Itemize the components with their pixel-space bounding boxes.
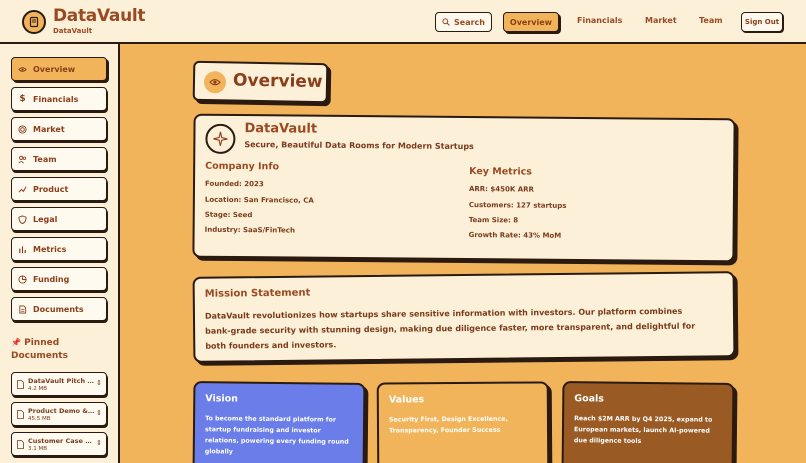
- brand-subtitle: DataVault: [53, 27, 93, 35]
- company-info-title: Company Info: [205, 160, 280, 173]
- document-icon: [17, 440, 24, 449]
- company-info-industry: Industry: SaaS/FinTech: [204, 225, 295, 235]
- page-title: Overview: [232, 70, 323, 93]
- eye-icon: [203, 71, 227, 94]
- pinned-documents-heading: 📌 Pinned Documents: [11, 336, 101, 363]
- shield-icon: [18, 214, 27, 224]
- document-icon: [17, 380, 24, 389]
- pinned-document-name: Customer Case Studies: [28, 437, 95, 445]
- nav-team[interactable]: Team: [699, 16, 723, 25]
- chevron-icon: ⇕: [96, 409, 102, 417]
- sparkle-icon: [205, 123, 236, 155]
- goals-card: Goals Reach $2M ARR by Q4 2025, expand t…: [561, 381, 735, 463]
- users-icon: [18, 155, 27, 164]
- pinned-document-item[interactable]: Customer Case Studies 3.1 MB ⇕: [11, 432, 107, 456]
- search-button-label: Search: [454, 17, 485, 27]
- nav-financials[interactable]: Financials: [577, 16, 622, 25]
- pinned-document-size: 4.2 MB: [28, 386, 48, 392]
- sidebar-item-funding[interactable]: Funding: [11, 267, 107, 291]
- top-header: DataVault DataVault Search Overview Fina…: [0, 0, 806, 44]
- sidebar-item-label: Metrics: [33, 244, 67, 254]
- values-title: Values: [388, 394, 425, 406]
- goals-title: Goals: [574, 393, 605, 405]
- key-metrics-title: Key Metrics: [469, 166, 533, 178]
- goals-text: Reach $2M ARR by Q4 2025, expand to Euro…: [573, 415, 713, 445]
- company-info-location: Location: San Francisco, CA: [204, 195, 314, 205]
- pinned-document-size: 3.1 MB: [28, 446, 48, 452]
- eye-icon: [18, 65, 27, 74]
- sidebar-item-overview[interactable]: Overview: [11, 57, 107, 81]
- document-icon: [17, 410, 24, 419]
- pinned-document-name: DataVault Pitch Deck: [28, 377, 95, 385]
- mission-statement-card: Mission Statement DataVault revolutioniz…: [192, 271, 736, 363]
- sidebar: Overview $ Financials Market Team Produc…: [0, 44, 120, 463]
- sidebar-item-documents[interactable]: Documents: [11, 297, 107, 321]
- nav-overview[interactable]: Overview: [503, 12, 559, 32]
- bar-chart-icon: [18, 245, 27, 254]
- trending-up-icon: [18, 185, 27, 194]
- metric-arr: ARR: $450K ARR: [468, 185, 535, 194]
- sidebar-item-legal[interactable]: Legal: [11, 207, 107, 231]
- company-overview-card: DataVault Secure, Beautiful Data Rooms f…: [192, 113, 736, 263]
- metric-team-size: Team Size: 8: [468, 216, 519, 225]
- company-info-founded: Founded: 2023: [204, 179, 264, 189]
- sidebar-item-metrics[interactable]: Metrics: [11, 237, 107, 261]
- company-name: DataVault: [244, 121, 318, 137]
- chevron-icon: ⇕: [96, 439, 102, 447]
- values-card: Values Security First, Design Excellence…: [376, 381, 550, 463]
- sidebar-item-label: Financials: [33, 94, 79, 104]
- mission-text: DataVault revolutionizes how startups sh…: [204, 306, 696, 351]
- pinned-document-size: 45.5 MB: [28, 416, 51, 422]
- sidebar-item-product[interactable]: Product: [11, 177, 107, 201]
- sidebar-item-label: Funding: [33, 274, 70, 284]
- vision-text: To become the standard platform for star…: [204, 415, 349, 456]
- target-icon: [18, 124, 27, 134]
- sidebar-item-label: Team: [33, 154, 57, 164]
- page-title-card: Overview: [192, 60, 329, 104]
- mission-title: Mission Statement: [204, 287, 311, 300]
- chevron-icon: ⇕: [96, 379, 102, 387]
- pie-chart-icon: [18, 274, 27, 284]
- sign-out-button[interactable]: Sign Out: [741, 12, 783, 32]
- search-button[interactable]: Search: [435, 12, 492, 32]
- nav-market[interactable]: Market: [645, 16, 677, 25]
- dollar-icon: $: [19, 94, 26, 104]
- company-tagline: Secure, Beautiful Data Rooms for Modern …: [244, 140, 474, 152]
- brand-name[interactable]: DataVault: [53, 6, 146, 26]
- metric-customers: Customers: 127 startups: [468, 201, 567, 210]
- pinned-document-item[interactable]: DataVault Pitch Deck 4.2 MB ⇕: [11, 372, 107, 396]
- pinned-document-name: Product Demo & Roadmap: [28, 407, 95, 415]
- company-info-stage: Stage: Seed: [204, 210, 253, 220]
- vision-card: Vision To become the standard platform f…: [192, 381, 366, 463]
- sidebar-item-label: Overview: [33, 64, 76, 74]
- main-content: Overview DataVault Secure, Beautiful Dat…: [120, 46, 806, 463]
- vision-title: Vision: [205, 393, 239, 405]
- file-icon: [18, 304, 27, 314]
- search-icon: [442, 18, 450, 26]
- sidebar-item-team[interactable]: Team: [11, 147, 107, 171]
- sidebar-item-market[interactable]: Market: [11, 117, 107, 141]
- metric-growth-rate: Growth Rate: 43% MoM: [468, 231, 562, 240]
- values-text: Security First, Design Excellence, Trans…: [388, 415, 508, 435]
- sidebar-item-label: Product: [33, 184, 69, 194]
- sidebar-item-label: Documents: [33, 304, 84, 314]
- sidebar-item-label: Market: [33, 124, 65, 134]
- pinned-document-item[interactable]: Product Demo & Roadmap 45.5 MB ⇕: [11, 402, 107, 426]
- sidebar-item-financials[interactable]: $ Financials: [11, 87, 107, 111]
- logo-icon[interactable]: [22, 10, 46, 34]
- sidebar-item-label: Legal: [33, 214, 58, 224]
- pin-icon: 📌: [11, 338, 21, 347]
